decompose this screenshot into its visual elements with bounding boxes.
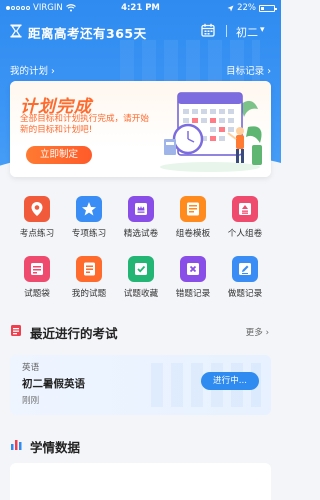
countdown-title: 距离高考还有365天 (28, 26, 147, 41)
chevron-down-icon[interactable]: ▾ (260, 25, 265, 35)
divider (226, 25, 227, 37)
bar-chart-icon (11, 440, 22, 450)
study-data-card (10, 463, 271, 500)
battery-info: 22% (227, 3, 277, 13)
exam-name: 初二暑假英语 (22, 378, 85, 390)
in-progress-button[interactable]: 进行中... (201, 372, 259, 390)
star-icon (76, 196, 102, 222)
my-questions-icon (76, 256, 102, 282)
more-link[interactable]: 更多 › (246, 326, 269, 338)
hourglass-icon (10, 24, 22, 38)
goal-record-label: 目标记录 (226, 66, 265, 77)
template-icon (180, 196, 206, 222)
chevron-right-icon: › (267, 66, 271, 77)
plan-links: 我的计划 › 目标记录 › (0, 61, 281, 77)
edit-record-icon (232, 256, 258, 282)
chevron-right-icon: › (265, 328, 269, 338)
my-plan-label: 我的计划 (10, 66, 49, 77)
exam-time: 刚刚 (22, 396, 40, 406)
status-bar: VIRGIN 4:21 PM 22% (0, 0, 281, 16)
recent-exam-header: 最近进行的考试 更多 › (0, 322, 281, 341)
person-paper-icon (232, 196, 258, 222)
chevron-right-icon: › (51, 66, 55, 77)
my-plan-link[interactable]: 我的计划 › (10, 63, 55, 77)
title-row: 距离高考还有365天 初二 ▾ (0, 20, 281, 42)
recent-exam-card[interactable]: 英语 初二暑假英语 刚刚 进行中... (10, 355, 271, 415)
favorite-paper-icon (128, 256, 154, 282)
grade-selector[interactable]: 初二 (236, 24, 258, 40)
plan-card: 计划完成 全部目标和计划执行完成，请开始新的目标和计划吧! 立即制定 (10, 81, 271, 177)
goal-record-link[interactable]: 目标记录 › (226, 63, 271, 77)
location-arrow-icon (227, 5, 234, 11)
calendar-icon[interactable] (201, 23, 215, 37)
tool-label: 做题记录 (227, 289, 263, 299)
crown-paper-icon (128, 196, 154, 222)
location-pin-icon (24, 196, 50, 222)
section-title: 学情数据 (30, 440, 81, 455)
wrong-record-icon (180, 256, 206, 282)
more-label: 更多 (245, 328, 263, 338)
bag-icon (24, 256, 50, 282)
plan-card-description: 全部目标和计划执行完成，请开始新的目标和计划吧! (20, 114, 149, 135)
section-title: 最近进行的考试 (30, 326, 118, 341)
calendar-illustration (160, 92, 262, 172)
exam-section-icon (11, 325, 21, 336)
exam-subject: 英语 (22, 363, 40, 373)
battery-icon (259, 4, 277, 12)
study-data-header: 学情数据 (0, 436, 281, 455)
tool-label: 个人组卷 (227, 229, 263, 239)
create-plan-button[interactable]: 立即制定 (26, 146, 92, 164)
battery-percent: 22% (237, 3, 256, 13)
